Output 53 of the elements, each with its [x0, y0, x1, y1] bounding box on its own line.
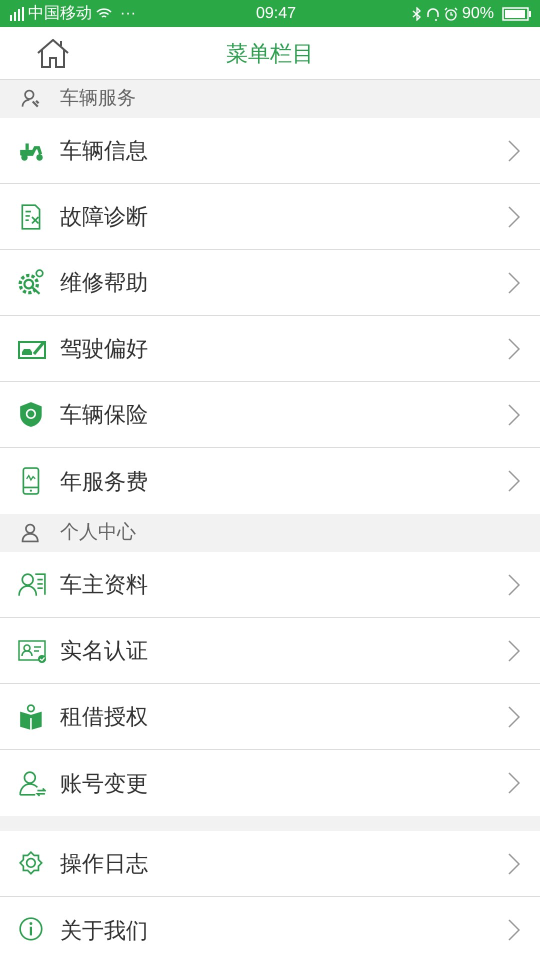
chevron-right-icon — [508, 404, 520, 426]
chevron-right-icon — [508, 470, 520, 492]
menu-item[interactable]: 车主资料 — [0, 552, 540, 618]
menu-item[interactable]: 维修帮助 — [0, 250, 540, 316]
menu-item-label: 维修帮助 — [60, 269, 148, 297]
chevron-right-icon — [508, 772, 520, 794]
more-indicator: ··· — [120, 4, 136, 24]
menu-item-label: 故障诊断 — [60, 203, 148, 231]
battery-percent: 90% — [462, 4, 494, 24]
chevron-right-icon — [508, 338, 520, 360]
menu-item[interactable]: 故障诊断 — [0, 184, 540, 250]
menu-item-label: 操作日志 — [60, 850, 148, 878]
chevron-right-icon — [508, 852, 520, 874]
menu-item-label: 车辆信息 — [60, 137, 148, 165]
menu-item-label: 年服务费 — [60, 468, 148, 496]
wifi-icon — [96, 7, 112, 20]
alarm-icon — [444, 6, 458, 20]
chevron-right-icon — [508, 574, 520, 596]
bluetooth-icon — [412, 6, 422, 20]
page-title: 菜单栏目 — [226, 40, 314, 68]
person-wrench-icon — [20, 88, 42, 110]
section-title: 个人中心 — [60, 520, 136, 545]
clock-time: 09:47 — [256, 4, 296, 24]
home-icon[interactable] — [37, 39, 69, 68]
menu-item-label: 车辆保险 — [60, 401, 148, 429]
menu-item-label: 车主资料 — [60, 571, 148, 599]
battery-icon — [502, 6, 532, 20]
menu-item[interactable]: 车辆信息 — [0, 118, 540, 184]
menu-item[interactable]: 驾驶偏好 — [0, 316, 540, 382]
chevron-right-icon — [508, 919, 520, 941]
carrier-name: 中国移动 — [28, 4, 92, 24]
menu-item-label: 驾驶偏好 — [60, 335, 148, 363]
person-list-icon — [18, 570, 46, 598]
menu-item[interactable]: 账号变更 — [0, 750, 540, 816]
chevron-right-icon — [508, 140, 520, 162]
menu-item[interactable]: 租借授权 — [0, 684, 540, 750]
menu-item[interactable]: 关于我们 — [0, 897, 540, 960]
menu-item[interactable]: 操作日志 — [0, 831, 540, 897]
menu-item-label: 实名认证 — [60, 637, 148, 665]
signal-icon — [8, 6, 24, 20]
section-title: 车辆服务 — [60, 86, 136, 111]
menu-item[interactable]: 实名认证 — [0, 618, 540, 684]
menu-item[interactable]: 车辆保险 — [0, 382, 540, 448]
chevron-right-icon — [508, 206, 520, 228]
menu-item[interactable]: 年服务费 — [0, 448, 540, 514]
menu-item-label: 关于我们 — [60, 916, 148, 944]
chevron-right-icon — [508, 272, 520, 294]
person-swap-icon — [18, 769, 46, 797]
gear-wrench-icon — [18, 268, 46, 296]
chevron-right-icon — [508, 640, 520, 662]
menu-item-label: 租借授权 — [60, 703, 148, 731]
menu-item-label: 账号变更 — [60, 770, 148, 798]
chevron-right-icon — [508, 706, 520, 728]
